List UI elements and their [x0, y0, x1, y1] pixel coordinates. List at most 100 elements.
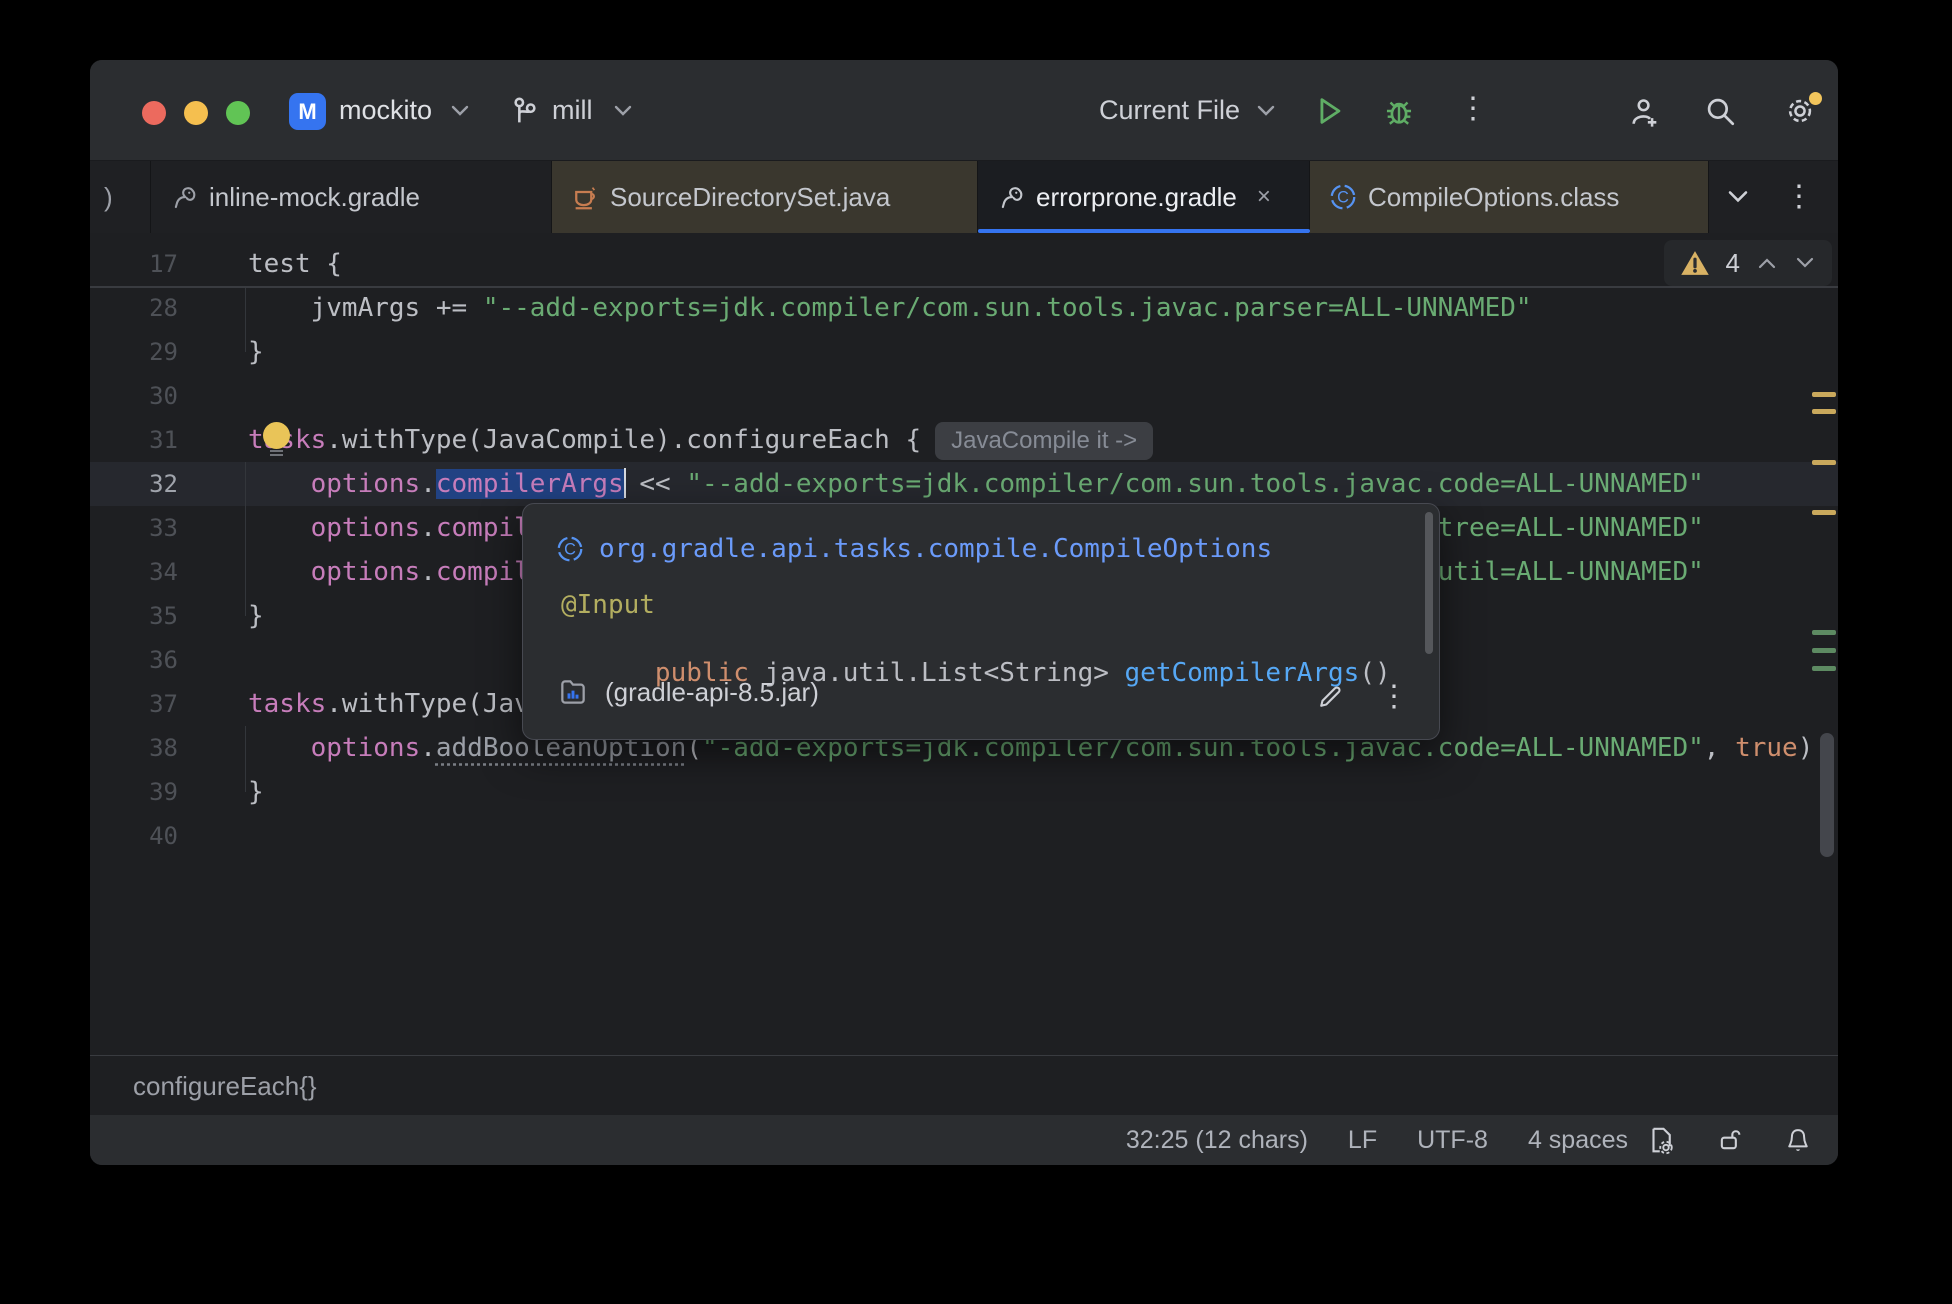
- code-text: }: [248, 330, 264, 374]
- line-number[interactable]: 34: [90, 550, 178, 594]
- code-line[interactable]: 28 jvmArgs += "--add-exports=jdk.compile…: [90, 286, 1838, 330]
- svg-text:C: C: [564, 541, 576, 559]
- tab-sourcedirectoryset-java[interactable]: SourceDirectorySet.java: [552, 161, 978, 233]
- branch-switcher[interactable]: mill: [552, 60, 593, 160]
- close-tab-icon[interactable]: ×: [1257, 183, 1271, 211]
- tab-label: SourceDirectorySet.java: [610, 182, 890, 213]
- chevron-down-icon: [450, 104, 470, 118]
- add-user-icon[interactable]: [1628, 94, 1662, 128]
- indent-guide: [245, 726, 246, 792]
- library-jar-icon: [557, 676, 589, 708]
- tab-compileoptions-class[interactable]: C CompileOptions.class: [1310, 161, 1709, 233]
- line-number[interactable]: 28: [90, 286, 178, 330]
- line-number[interactable]: 31: [90, 418, 178, 462]
- editor-tab-bar: ) inline-mock.gradle SourceDirectorySet.…: [90, 161, 1838, 233]
- code-text: }: [248, 594, 264, 638]
- tab-label: CompileOptions.class: [1368, 182, 1619, 213]
- chevron-down-icon: [613, 104, 633, 118]
- indent-widget[interactable]: 4 spaces: [1528, 1126, 1628, 1155]
- breadcrumbs-bar: configureEach{}: [90, 1055, 1838, 1115]
- line-number[interactable]: 38: [90, 726, 178, 770]
- java-cup-icon: [570, 182, 600, 212]
- encoding-widget[interactable]: UTF-8: [1417, 1126, 1488, 1155]
- tab-errorprone-gradle[interactable]: errorprone.gradle ×: [978, 161, 1310, 233]
- tab-list-chevron-icon[interactable]: [1726, 189, 1750, 205]
- tab-label: inline-mock.gradle: [209, 182, 420, 213]
- line-number[interactable]: 17: [90, 242, 178, 286]
- line-number[interactable]: 32: [90, 462, 178, 506]
- code-text: test {: [248, 242, 342, 286]
- code-line[interactable]: 32 options.compilerArgs << "--add-export…: [90, 462, 1838, 506]
- line-number[interactable]: 37: [90, 682, 178, 726]
- line-number[interactable]: 35: [90, 594, 178, 638]
- line-ending-widget[interactable]: LF: [1348, 1126, 1377, 1155]
- edit-pencil-icon[interactable]: [1315, 682, 1345, 712]
- code-line[interactable]: 30: [90, 374, 1838, 418]
- git-branch-icon: [508, 94, 542, 128]
- popup-scrollbar[interactable]: [1425, 512, 1433, 654]
- code-line[interactable]: 39}: [90, 770, 1838, 814]
- inspection-count: 4: [1726, 248, 1740, 279]
- warning-stripe-mark[interactable]: [1812, 510, 1836, 515]
- title-bar: M mockito mill Current File ⋮: [90, 60, 1838, 161]
- vcs-stripe-mark[interactable]: [1812, 666, 1836, 671]
- popup-class-link[interactable]: org.gradle.api.tasks.compile.CompileOpti…: [599, 534, 1272, 564]
- tab-truncated[interactable]: ): [90, 161, 151, 233]
- settings-notification-dot: [1809, 92, 1822, 105]
- caret-position-widget[interactable]: 32:25 (12 chars): [1126, 1126, 1308, 1155]
- warning-stripe-mark[interactable]: [1812, 392, 1836, 397]
- notifications-bell-icon[interactable]: [1784, 1125, 1812, 1155]
- vcs-stripe-mark[interactable]: [1812, 630, 1836, 635]
- run-configuration-selector[interactable]: Current File: [1099, 60, 1240, 160]
- inspections-widget[interactable]: 4: [1664, 240, 1832, 286]
- unlocked-icon[interactable]: [1716, 1125, 1744, 1155]
- search-icon[interactable]: [1703, 94, 1737, 128]
- macos-zoom-button[interactable]: [226, 101, 250, 125]
- macos-minimize-button[interactable]: [184, 101, 208, 125]
- class-icon: C: [555, 534, 585, 564]
- line-number[interactable]: 30: [90, 374, 178, 418]
- macos-close-button[interactable]: [142, 101, 166, 125]
- code-text: tasks.withType(JavaCompile).configureEac…: [248, 418, 1153, 462]
- debug-button[interactable]: [1382, 94, 1416, 128]
- next-warning-icon[interactable]: [1794, 256, 1816, 270]
- run-button[interactable]: [1312, 94, 1346, 128]
- code-style-file-icon[interactable]: [1646, 1125, 1676, 1155]
- code-line[interactable]: 31 tasks.withType(JavaCompile).configureE…: [90, 418, 1838, 462]
- code-text: }: [248, 770, 264, 814]
- project-switcher[interactable]: mockito: [339, 60, 432, 160]
- code-text: options.compilerArgs << "--add-exports=j…: [248, 462, 1704, 506]
- popup-jar-source: (gradle-api-8.5.jar): [605, 677, 819, 708]
- more-actions-menu[interactable]: ⋮: [1458, 94, 1488, 124]
- line-number[interactable]: 33: [90, 506, 178, 550]
- popup-annotation: @Input: [561, 590, 655, 620]
- tab-inline-mock-gradle[interactable]: inline-mock.gradle: [151, 161, 552, 233]
- editor-scrollbar[interactable]: [1820, 733, 1834, 857]
- code-line[interactable]: 40: [90, 814, 1838, 858]
- tab-label: errorprone.gradle: [1036, 182, 1237, 213]
- project-icon[interactable]: M: [289, 93, 326, 130]
- line-number[interactable]: 36: [90, 638, 178, 682]
- line-number[interactable]: 39: [90, 770, 178, 814]
- vcs-stripe-mark[interactable]: [1812, 648, 1836, 653]
- code-line[interactable]: 17 test {: [90, 242, 1838, 288]
- code-line[interactable]: 29}: [90, 330, 1838, 374]
- previous-warning-icon[interactable]: [1756, 256, 1778, 270]
- status-bar: 32:25 (12 chars) LF UTF-8 4 spaces: [90, 1115, 1838, 1165]
- line-number[interactable]: 29: [90, 330, 178, 374]
- ide-window: M mockito mill Current File ⋮: [90, 60, 1838, 1165]
- intention-lightbulb-icon[interactable]: [263, 422, 290, 449]
- popup-more-menu[interactable]: ⋮: [1379, 682, 1409, 712]
- gradle-elephant-icon: [169, 182, 199, 212]
- chevron-down-icon: [1256, 104, 1276, 118]
- warning-stripe-mark[interactable]: [1812, 409, 1836, 414]
- tab-options-menu[interactable]: ⋮: [1784, 182, 1814, 212]
- code-text: jvmArgs += "--add-exports=jdk.compiler/c…: [248, 286, 1532, 330]
- warning-stripe-mark[interactable]: [1812, 460, 1836, 465]
- indent-guide: [245, 462, 246, 616]
- gradle-elephant-icon: [996, 182, 1026, 212]
- class-icon: C: [1328, 182, 1358, 212]
- line-number[interactable]: 40: [90, 814, 178, 858]
- quick-documentation-popup: C org.gradle.api.tasks.compile.CompileOp…: [522, 503, 1440, 740]
- breadcrumb[interactable]: configureEach{}: [133, 1056, 317, 1116]
